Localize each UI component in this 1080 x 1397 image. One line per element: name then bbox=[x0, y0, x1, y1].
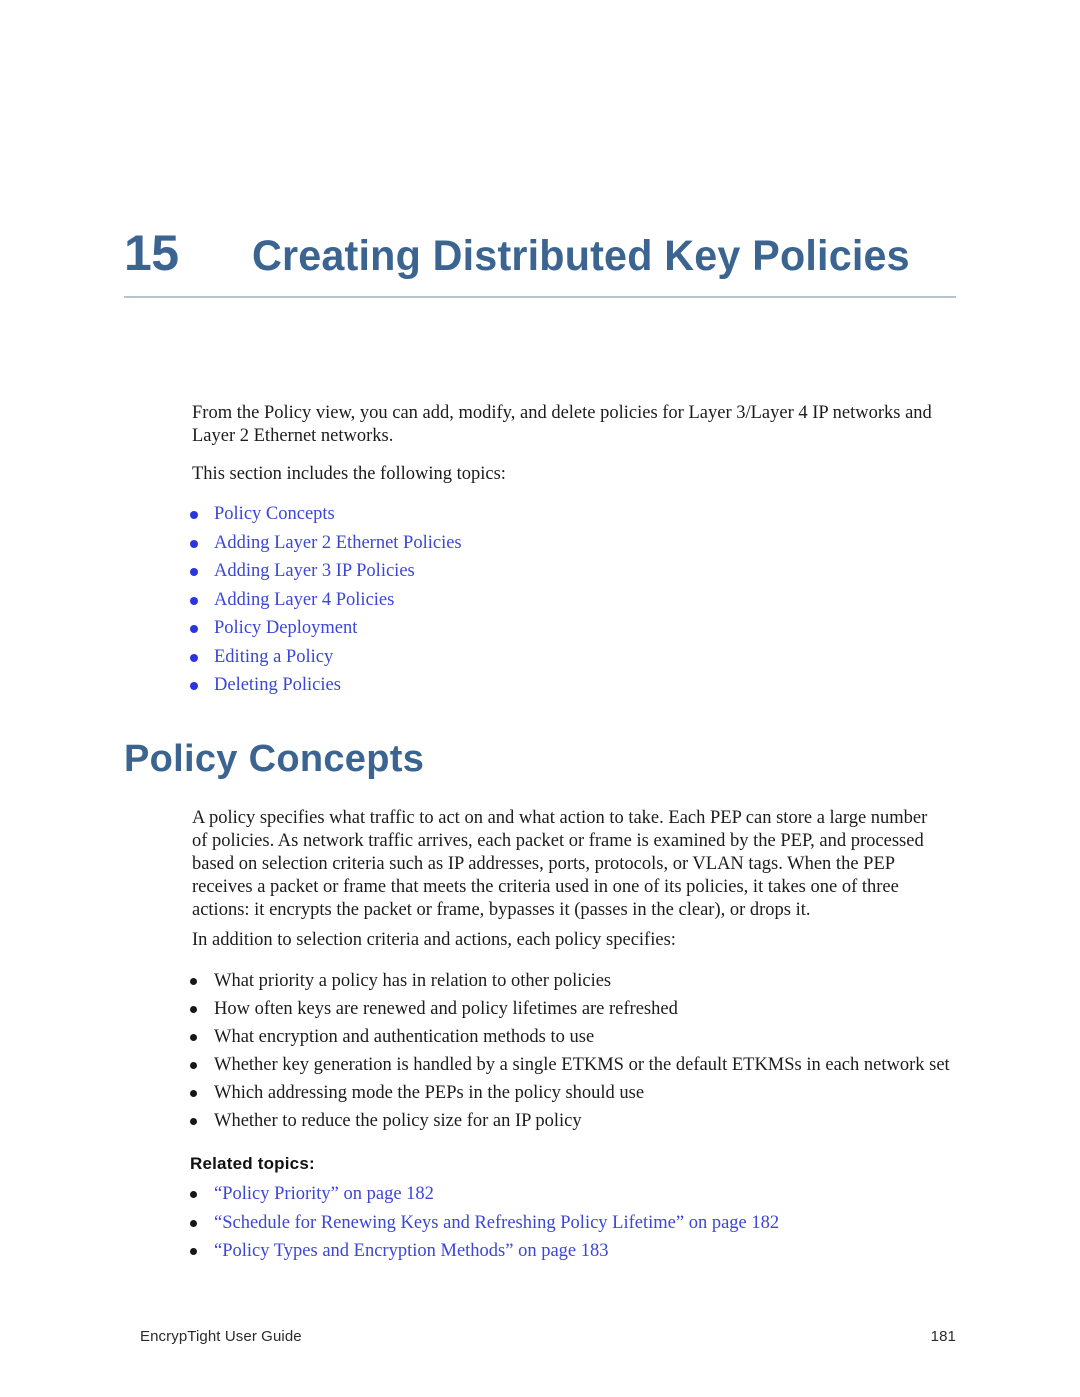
list-item[interactable]: Editing a Policy bbox=[190, 646, 950, 669]
policy-spec-text: How often keys are renewed and policy li… bbox=[214, 999, 678, 1019]
list-item[interactable]: Adding Layer 4 Policies bbox=[190, 589, 950, 612]
list-item[interactable]: Policy Deployment bbox=[190, 617, 950, 640]
topic-link[interactable]: Adding Layer 3 IP Policies bbox=[214, 561, 415, 581]
topic-link[interactable]: Deleting Policies bbox=[214, 675, 341, 695]
topics-lead-in: This section includes the following topi… bbox=[192, 464, 506, 484]
intro-paragraph: From the Policy view, you can add, modif… bbox=[192, 403, 932, 446]
list-item[interactable]: Policy Concepts bbox=[190, 503, 950, 526]
chapter-number: 15 bbox=[124, 225, 179, 281]
list-item: What encryption and authentication metho… bbox=[190, 1026, 950, 1049]
header-divider bbox=[124, 296, 956, 298]
policy-spec-text: What priority a policy has in relation t… bbox=[214, 971, 612, 991]
document-page: 15 Creating Distributed Key Policies Fro… bbox=[0, 0, 1080, 1397]
policy-spec-text: Which addressing mode the PEPs in the po… bbox=[214, 1083, 645, 1103]
policy-spec-text: Whether key generation is handled by a s… bbox=[214, 1055, 950, 1075]
list-item: Which addressing mode the PEPs in the po… bbox=[190, 1082, 950, 1105]
topic-link-list: Policy Concepts Adding Layer 2 Ethernet … bbox=[190, 503, 950, 703]
chapter-title: Creating Distributed Key Policies bbox=[252, 232, 910, 280]
footer-page-number: 181 bbox=[930, 1328, 956, 1345]
list-item[interactable]: Adding Layer 2 Ethernet Policies bbox=[190, 532, 950, 555]
policy-spec-text: What encryption and authentication metho… bbox=[214, 1027, 595, 1047]
topic-link[interactable]: Policy Deployment bbox=[214, 618, 357, 638]
list-item[interactable]: Deleting Policies bbox=[190, 674, 950, 697]
policy-specs-lead-in: In addition to selection criteria and ac… bbox=[192, 930, 676, 950]
topic-link[interactable]: Adding Layer 4 Policies bbox=[214, 590, 394, 610]
policy-specs-list: What priority a policy has in relation t… bbox=[190, 970, 950, 1138]
section-paragraph: A policy specifies what traffic to act o… bbox=[192, 808, 928, 920]
list-item: Whether key generation is handled by a s… bbox=[190, 1054, 950, 1077]
footer-guide-title: EncrypTight User Guide bbox=[140, 1328, 302, 1345]
list-item: How often keys are renewed and policy li… bbox=[190, 998, 950, 1021]
topic-link[interactable]: Editing a Policy bbox=[214, 647, 333, 667]
topic-link[interactable]: Adding Layer 2 Ethernet Policies bbox=[214, 533, 462, 553]
related-topic-link[interactable]: “Schedule for Renewing Keys and Refreshi… bbox=[214, 1213, 779, 1233]
list-item[interactable]: Adding Layer 3 IP Policies bbox=[190, 560, 950, 583]
page-footer: EncrypTight User Guide 181 bbox=[140, 1328, 956, 1345]
related-topic-link[interactable]: “Policy Types and Encryption Methods” on… bbox=[214, 1241, 609, 1261]
list-item: What priority a policy has in relation t… bbox=[190, 970, 950, 993]
chapter-header: 15 Creating Distributed Key Policies bbox=[124, 228, 956, 278]
list-item[interactable]: “Policy Priority” on page 182 bbox=[190, 1183, 950, 1206]
related-topics-list: “Policy Priority” on page 182 “Schedule … bbox=[190, 1183, 950, 1269]
list-item[interactable]: “Policy Types and Encryption Methods” on… bbox=[190, 1240, 950, 1263]
list-item: Whether to reduce the policy size for an… bbox=[190, 1110, 950, 1133]
related-topics-label: Related topics: bbox=[190, 1154, 315, 1173]
policy-spec-text: Whether to reduce the policy size for an… bbox=[214, 1111, 582, 1131]
list-item[interactable]: “Schedule for Renewing Keys and Refreshi… bbox=[190, 1212, 950, 1235]
topic-link[interactable]: Policy Concepts bbox=[214, 504, 335, 524]
section-heading: Policy Concepts bbox=[124, 738, 425, 780]
related-topic-link[interactable]: “Policy Priority” on page 182 bbox=[214, 1184, 434, 1204]
